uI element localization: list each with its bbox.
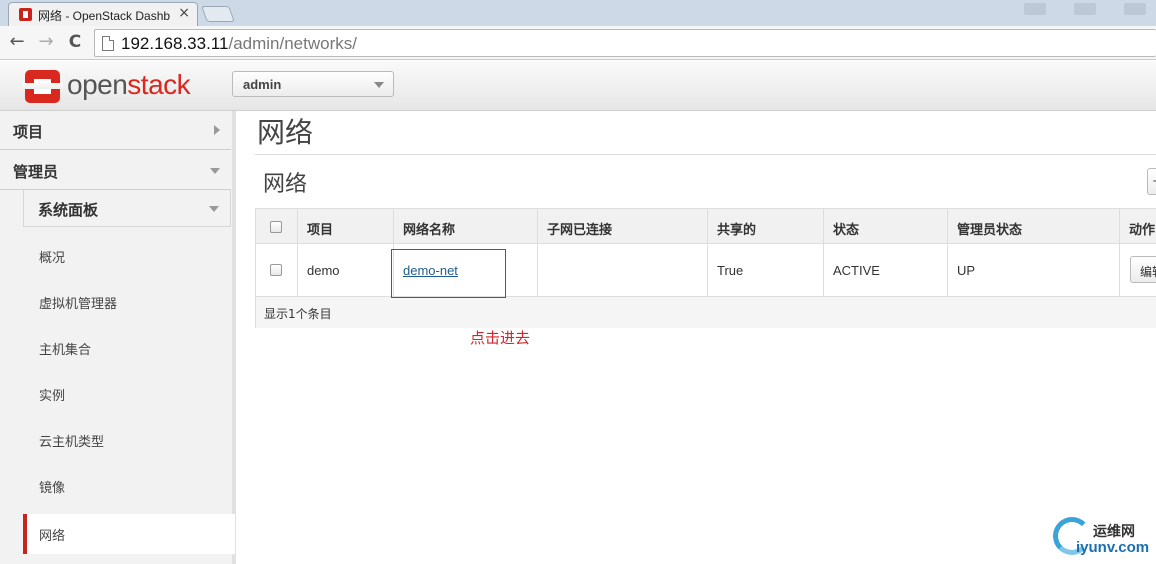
column-header: 管理员状态	[957, 223, 1023, 238]
sidebar-item-label: 镜像	[39, 481, 66, 496]
edit-network-button[interactable]: 编辑	[1130, 256, 1156, 283]
window-controls	[1006, 0, 1156, 22]
sidebar-dashboard-project[interactable]: 项目	[0, 111, 231, 150]
column-header: 子网已连接	[547, 223, 613, 238]
cell-subnets	[538, 244, 708, 296]
openstack-logo-icon[interactable]	[22, 70, 63, 103]
openstack-header: openstack admin	[0, 61, 1156, 111]
table-footer: 显示1个条目	[256, 297, 1156, 328]
browser-tab-strip: 网络 - OpenStack Dashb ×	[0, 0, 1156, 26]
browser-tab[interactable]: 网络 - OpenStack Dashb ×	[8, 2, 198, 26]
header-cell-subnets[interactable]: 子网已连接	[538, 209, 708, 243]
cell-shared-value: True	[717, 263, 744, 278]
annotation-highlight-box	[391, 249, 506, 298]
select-all-checkbox[interactable]	[270, 221, 282, 233]
sidebar-item-label: 主机集合	[39, 343, 92, 358]
address-bar[interactable]: 192.168.33.11/admin/networks/	[94, 29, 1156, 57]
sidebar-item-instances[interactable]: 实例	[23, 372, 231, 416]
table-header: 项目 网络名称 子网已连接 共享的 状态 管理员状态 动作	[256, 209, 1156, 244]
window-control-minimize[interactable]	[1024, 3, 1046, 15]
plus-icon: +	[1152, 174, 1156, 188]
item-count: 显示1个条目	[264, 307, 332, 321]
header-cell-network-name[interactable]: 网络名称	[394, 209, 538, 243]
back-arrow-icon[interactable]: ←	[6, 31, 28, 53]
sidebar-panel-group-system[interactable]: 系统面板	[23, 190, 231, 227]
cell-project-value: demo	[307, 263, 340, 278]
sidebar-item-label: 实例	[39, 389, 66, 404]
new-tab-button[interactable]	[201, 6, 235, 22]
chevron-right-icon	[214, 125, 220, 135]
logo-text-open: open	[67, 69, 128, 100]
cell-actions: 编辑	[1120, 244, 1156, 296]
sidebar-item-host-aggregates[interactable]: 主机集合	[23, 326, 231, 370]
header-cell-shared[interactable]: 共享的	[708, 209, 824, 243]
header-cell-actions: 动作	[1120, 209, 1156, 243]
url-text: 192.168.33.11/admin/networks/	[121, 34, 357, 54]
cell-shared: True	[708, 244, 824, 296]
chevron-down-icon	[210, 168, 220, 174]
sidebar-item-overview[interactable]: 概况	[23, 234, 231, 278]
cell-status-value: ACTIVE	[833, 263, 880, 278]
browser-toolbar: ← → C 192.168.33.11/admin/networks/	[0, 26, 1156, 60]
page-icon	[102, 36, 114, 51]
sidebar-item-label: 概况	[39, 251, 66, 266]
sidebar-item-label: 云主机类型	[39, 435, 105, 450]
project-selector-label: admin	[243, 77, 282, 92]
column-header: 网络名称	[403, 223, 456, 238]
openstack-logo-text[interactable]: openstack	[67, 69, 191, 101]
header-cell-admin-state[interactable]: 管理员状态	[948, 209, 1120, 243]
window-control-close[interactable]	[1124, 3, 1146, 15]
logo-text-stack: stack	[127, 69, 191, 100]
column-header: 共享的	[717, 223, 757, 238]
cell-project: demo	[298, 244, 394, 296]
sidebar-dashboard-label: 管理员	[13, 163, 59, 181]
column-header: 状态	[833, 223, 860, 238]
forward-arrow-icon[interactable]: →	[35, 31, 57, 53]
url-host: 192.168.33.11	[121, 34, 229, 53]
watermark-en: iyunv.com	[1076, 539, 1150, 556]
column-header: 动作	[1129, 223, 1156, 238]
window-control-maximize[interactable]	[1074, 3, 1096, 15]
openstack-favicon-icon	[19, 8, 32, 21]
sidebar-item-networks[interactable]: 网络	[23, 514, 235, 554]
tab-close-icon[interactable]: ×	[178, 5, 190, 21]
sidebar-item-label: 网络	[39, 529, 66, 544]
cell-status: ACTIVE	[824, 244, 948, 296]
url-path: /admin/networks/	[228, 34, 357, 53]
edit-network-button-label: 编辑	[1140, 265, 1156, 279]
divider	[255, 154, 1156, 155]
tab-title: 网络 - OpenStack Dashb	[38, 9, 171, 23]
cell-admin-state-value: UP	[957, 263, 976, 278]
page-title: 网络	[257, 116, 314, 149]
chevron-down-icon	[374, 82, 384, 88]
sidebar-item-flavors[interactable]: 云主机类型	[23, 418, 231, 462]
annotation-text: 点击进去	[470, 329, 531, 347]
project-selector[interactable]: admin	[232, 71, 394, 97]
sidebar-panel-group-label: 系统面板	[38, 201, 99, 219]
chevron-down-icon	[209, 206, 219, 212]
header-cell-project[interactable]: 项目	[298, 209, 394, 243]
row-checkbox[interactable]	[270, 264, 282, 276]
table-title: 网络	[263, 172, 308, 197]
cell-select	[256, 244, 298, 296]
sidebar-dashboard-label: 项目	[13, 123, 44, 141]
watermark-cn: 运维网	[1093, 524, 1135, 540]
header-cell-status[interactable]: 状态	[824, 209, 948, 243]
reload-icon[interactable]: C	[64, 31, 86, 53]
sidebar-item-images[interactable]: 镜像	[23, 464, 231, 508]
cell-admin-state: UP	[948, 244, 1120, 296]
table-action-button[interactable]: +	[1147, 168, 1156, 195]
sidebar-item-label: 虚拟机管理器	[39, 297, 118, 312]
header-cell-select	[256, 209, 298, 243]
sidebar-dashboard-admin[interactable]: 管理员	[0, 151, 231, 190]
sidebar-item-hypervisors[interactable]: 虚拟机管理器	[23, 280, 231, 324]
column-header: 项目	[307, 223, 334, 238]
sidebar: 项目 管理员 系统面板 概况 虚拟机管理器 主机集合 实例 云主机类型 镜像 网…	[0, 111, 236, 564]
